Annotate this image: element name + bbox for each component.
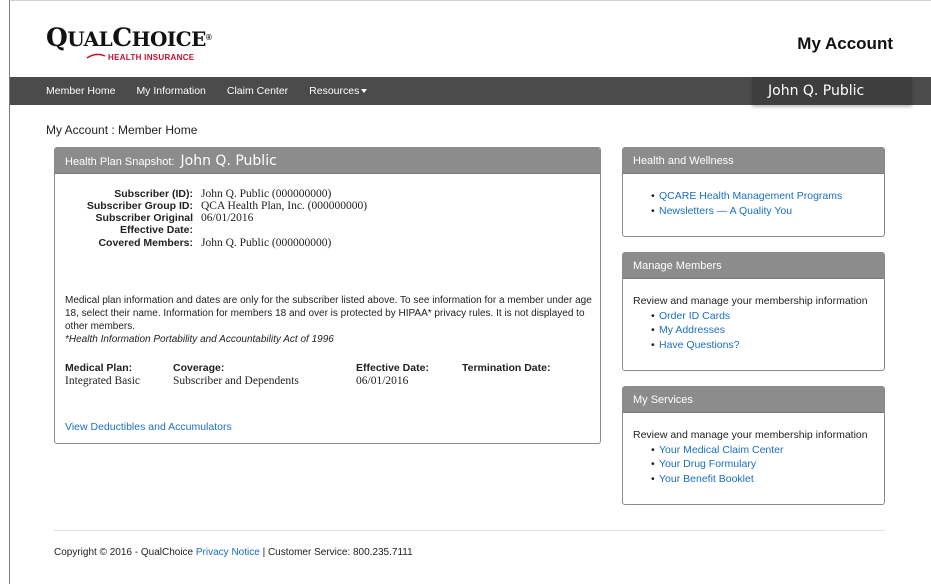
field-row: Covered Members: John Q. Public (0000000… [65,237,367,249]
my-services-links: Your Medical Claim Center Your Drug Form… [651,443,874,487]
health-wellness-panel: Health and Wellness QCARE Health Managem… [622,147,885,237]
health-wellness-body: QCARE Health Management Programs Newslet… [623,174,884,218]
main-navbar: Member Home My Information Claim Center … [10,77,931,105]
list-item: Have Questions? [651,338,874,353]
drug-formulary-link[interactable]: Your Drug Formulary [659,458,756,470]
field-label: Covered Members: [98,237,193,249]
list-item: Your Benefit Booklet [651,472,874,487]
copyright-text: Copyright © 2016 - QualChoice [54,547,196,558]
list-item: My Addresses [651,323,874,338]
effective-date-value: 06/01/2016 [356,375,409,387]
privacy-note-text: Medical plan information and dates are o… [65,295,592,332]
logo-tagline: HEALTH INSURANCE [108,53,195,62]
view-deductibles-link[interactable]: View Deductibles and Accumulators [65,421,232,433]
termination-date-label: Termination Date: [462,362,551,374]
field-row: Effective Date: [65,224,367,236]
logo-swoosh-icon [86,53,106,59]
field-label: Subscriber (ID): [114,188,193,200]
qualchoice-logo[interactable]: QUALCHOICE® HEALTH INSURANCE [46,25,216,65]
manage-members-body: Review and manage your membership inform… [623,279,884,352]
qcare-programs-link[interactable]: QCARE Health Management Programs [659,190,842,202]
footer-divider [54,530,885,531]
my-addresses-link[interactable]: My Addresses [659,324,725,336]
effective-date-label: Effective Date: [356,362,429,374]
effective-date-col: Effective Date: 06/01/2016 [356,362,429,388]
list-item: Your Drug Formulary [651,457,874,472]
site-footer: Copyright © 2016 - QualChoice Privacy No… [54,547,413,558]
field-value: John Q. Public (000000000) [201,237,332,249]
coverage-label: Coverage: [173,362,225,374]
my-services-heading: My Services [623,387,884,413]
nav-member-home[interactable]: Member Home [46,85,115,97]
coverage-value: Subscriber and Dependents [173,375,299,387]
manage-members-panel: Manage Members Review and manage your me… [622,252,885,371]
medical-plan-col: Medical Plan: Integrated Basic [65,362,140,388]
list-item: QCARE Health Management Programs [651,189,874,204]
field-label: Subscriber Group ID: [86,200,193,212]
hipaa-footnote: *Health Information Portability and Acco… [65,334,334,345]
list-item: Order ID Cards [651,309,874,324]
site-header: QUALCHOICE® HEALTH INSURANCE My Account [10,1,931,77]
nav-menu: Member Home My Information Claim Center … [46,77,388,105]
nav-my-information[interactable]: My Information [136,85,205,97]
nav-resources-label: Resources [309,85,360,97]
field-label: Subscriber Original [95,212,193,224]
manage-members-intro: Review and manage your membership inform… [633,295,868,307]
medical-plan-value: Integrated Basic [65,375,141,387]
health-plan-snapshot-panel: Health Plan Snapshot: John Q. Public Sub… [54,147,601,444]
termination-date-col: Termination Date: [462,362,550,374]
nav-resources-dropdown[interactable]: Resources [309,85,368,97]
page-title: My Account [797,34,893,53]
field-row: Subscriber Original 06/01/2016 [65,212,367,224]
my-services-intro: Review and manage your membership inform… [633,429,868,441]
list-item: Your Medical Claim Center [651,443,874,458]
medical-claim-center-link[interactable]: Your Medical Claim Center [659,444,784,456]
coverage-col: Coverage: Subscriber and Dependents [173,362,299,388]
medical-plan-label: Medical Plan: [65,362,133,374]
privacy-notice-link[interactable]: Privacy Notice [196,547,260,558]
field-row: Subscriber Group ID: QCA Health Plan, In… [65,200,367,212]
field-label: Effective Date: [120,224,193,236]
subscriber-fields: Subscriber (ID): John Q. Public (0000000… [65,188,367,249]
newsletters-link[interactable]: Newsletters — A Quality You [659,205,792,217]
privacy-note: Medical plan information and dates are o… [65,294,595,346]
page-frame: QUALCHOICE® HEALTH INSURANCE My Account … [9,0,931,584]
caret-down-icon [361,89,368,94]
have-questions-link[interactable]: Have Questions? [659,339,740,351]
health-wellness-heading: Health and Wellness [623,148,884,174]
field-value: John Q. Public (000000000) [201,188,332,200]
field-row: Subscriber (ID): John Q. Public (0000000… [65,188,367,200]
user-name-menu[interactable]: John Q. Public [752,77,912,105]
manage-members-links: Order ID Cards My Addresses Have Questio… [651,309,874,353]
snapshot-member-name: John Q. Public [180,153,277,169]
snapshot-heading: Health Plan Snapshot: John Q. Public [55,148,600,174]
benefit-booklet-link[interactable]: Your Benefit Booklet [659,473,754,485]
order-id-cards-link[interactable]: Order ID Cards [659,310,730,322]
field-value: QCA Health Plan, Inc. (000000000) [201,200,368,212]
field-value: 06/01/2016 [201,212,254,224]
snapshot-heading-label: Health Plan Snapshot: [65,156,175,168]
breadcrumb: My Account : Member Home [46,123,198,137]
nav-claim-center[interactable]: Claim Center [227,85,288,97]
logo-wordmark: QUALCHOICE® [46,23,212,52]
list-item: Newsletters — A Quality You [651,204,874,219]
my-services-panel: My Services Review and manage your membe… [622,386,885,505]
customer-service-text: | Customer Service: 800.235.7111 [259,547,413,558]
manage-members-heading: Manage Members [623,253,884,279]
health-wellness-links: QCARE Health Management Programs Newslet… [651,189,874,218]
my-services-body: Review and manage your membership inform… [623,413,884,486]
